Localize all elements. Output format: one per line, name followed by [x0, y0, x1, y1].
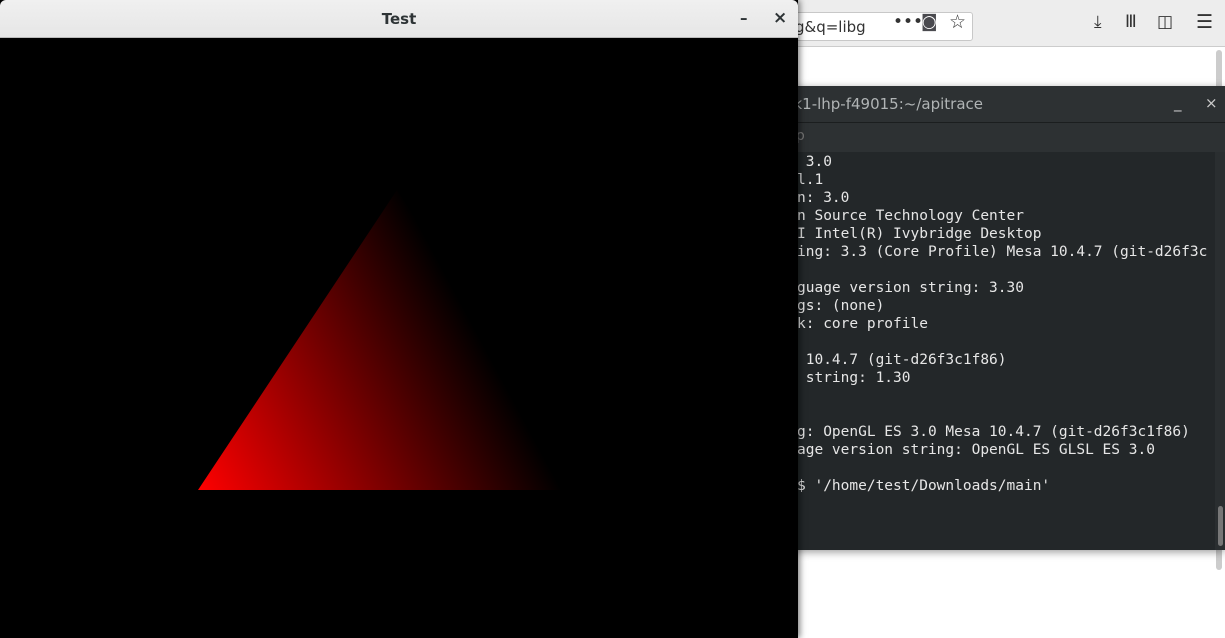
url-bar[interactable]: g&q=libg: [770, 12, 973, 41]
terminal-line: 10.4.7 (git-d26f3c1f86): [797, 352, 1007, 368]
sidebar-icon[interactable]: ◫: [1157, 12, 1173, 32]
terminal-line: n Source Technology Center: [797, 208, 1024, 224]
terminal-line: g: OpenGL ES 3.0 Mesa 10.4.7 (git-d26f3c…: [797, 424, 1190, 440]
pocket-icon[interactable]: ◙: [921, 12, 938, 32]
test-title: Test: [381, 10, 417, 28]
terminal-scrollbar[interactable]: [1215, 152, 1225, 550]
triangle: [198, 190, 592, 490]
terminal-line: $ '/home/test/Downloads/main': [797, 478, 1051, 494]
url-text: g&q=libg: [795, 18, 866, 36]
terminal-line: I Intel(R) Ivybridge Desktop: [797, 226, 1042, 242]
download-icon[interactable]: ⤓: [1094, 12, 1102, 32]
star-icon[interactable]: ☆: [949, 11, 966, 33]
terminal-line: string: 1.30: [797, 370, 911, 386]
more-icon[interactable]: •••: [893, 12, 923, 32]
terminal-line: ing: 3.3 (Core Profile) Mesa 10.4.7 (git…: [797, 244, 1208, 260]
terminal-line: 3.0: [797, 154, 832, 170]
scrollbar-thumb[interactable]: [1218, 506, 1223, 546]
terminal-output[interactable]: 3.0 l.1 n: 3.0 n Source Technology Center I …: [797, 152, 1215, 495]
terminal-line: n: 3.0: [797, 190, 850, 206]
test-window: Test – ×: [0, 0, 798, 638]
library-icon[interactable]: Ⅲ: [1125, 12, 1137, 32]
test-close-button[interactable]: ×: [773, 8, 787, 28]
terminal-line: age version string: OpenGL ES GLSL ES 3.…: [797, 442, 1155, 458]
terminal-close-button[interactable]: ×: [1205, 94, 1218, 112]
terminal-minimize-button[interactable]: _: [1174, 94, 1182, 112]
terminal-line: l.1: [797, 172, 824, 188]
terminal-line: guage version string: 3.30: [797, 280, 1024, 296]
terminal-line: k: core profile: [797, 316, 928, 332]
test-titlebar: Test – ×: [0, 0, 798, 38]
menu-icon[interactable]: ☰: [1196, 11, 1213, 33]
test-minimize-button[interactable]: –: [740, 9, 748, 27]
gl-canvas: [198, 190, 592, 490]
terminal-line: gs: (none): [797, 298, 885, 314]
